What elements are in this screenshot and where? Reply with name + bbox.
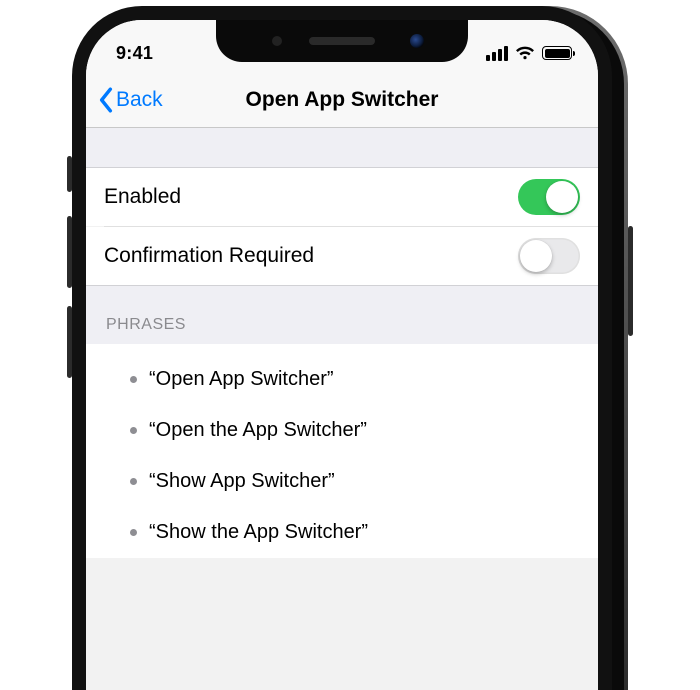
phrase-item[interactable]: Show App Switcher	[86, 456, 598, 507]
chevron-left-icon	[98, 87, 114, 113]
status-indicators	[486, 46, 572, 61]
sensor-icon	[272, 36, 282, 46]
screen: 9:41	[86, 20, 598, 690]
enabled-toggle[interactable]	[518, 179, 580, 215]
bullet-icon	[130, 529, 137, 536]
enabled-row: Enabled	[86, 168, 598, 226]
device-notch	[216, 20, 468, 62]
cellular-signal-icon	[486, 46, 508, 61]
earpiece-speaker	[309, 37, 375, 45]
bullet-icon	[130, 478, 137, 485]
phrase-item[interactable]: Open the App Switcher	[86, 405, 598, 456]
phrases-header-label: PHRASES	[106, 316, 186, 333]
confirmation-required-toggle[interactable]	[518, 238, 580, 274]
phrase-text: Show App Switcher	[149, 470, 335, 493]
back-label: Back	[116, 88, 163, 112]
phrases-section-header: PHRASES	[86, 285, 598, 344]
battery-icon	[542, 46, 572, 60]
confirmation-required-label: Confirmation Required	[104, 244, 314, 268]
front-camera-icon	[410, 34, 424, 48]
confirmation-required-row: Confirmation Required	[86, 227, 598, 285]
phrase-text: Show the App Switcher	[149, 521, 368, 544]
bullet-icon	[130, 376, 137, 383]
device-frame: 9:41	[72, 6, 628, 690]
section-spacer	[86, 128, 598, 168]
phrase-item[interactable]: Show the App Switcher	[86, 507, 598, 558]
side-button	[628, 226, 633, 336]
phrase-item[interactable]: Open App Switcher	[86, 354, 598, 405]
phrases-list: Open App Switcher Open the App Switcher …	[86, 344, 598, 558]
bullet-icon	[130, 427, 137, 434]
status-time: 9:41	[116, 43, 153, 64]
back-button[interactable]: Back	[98, 87, 163, 113]
enabled-label: Enabled	[104, 185, 181, 209]
phrase-text: Open the App Switcher	[149, 419, 367, 442]
navigation-bar: Back Open App Switcher	[86, 72, 598, 128]
phrase-text: Open App Switcher	[149, 368, 334, 391]
wifi-icon	[515, 46, 535, 61]
